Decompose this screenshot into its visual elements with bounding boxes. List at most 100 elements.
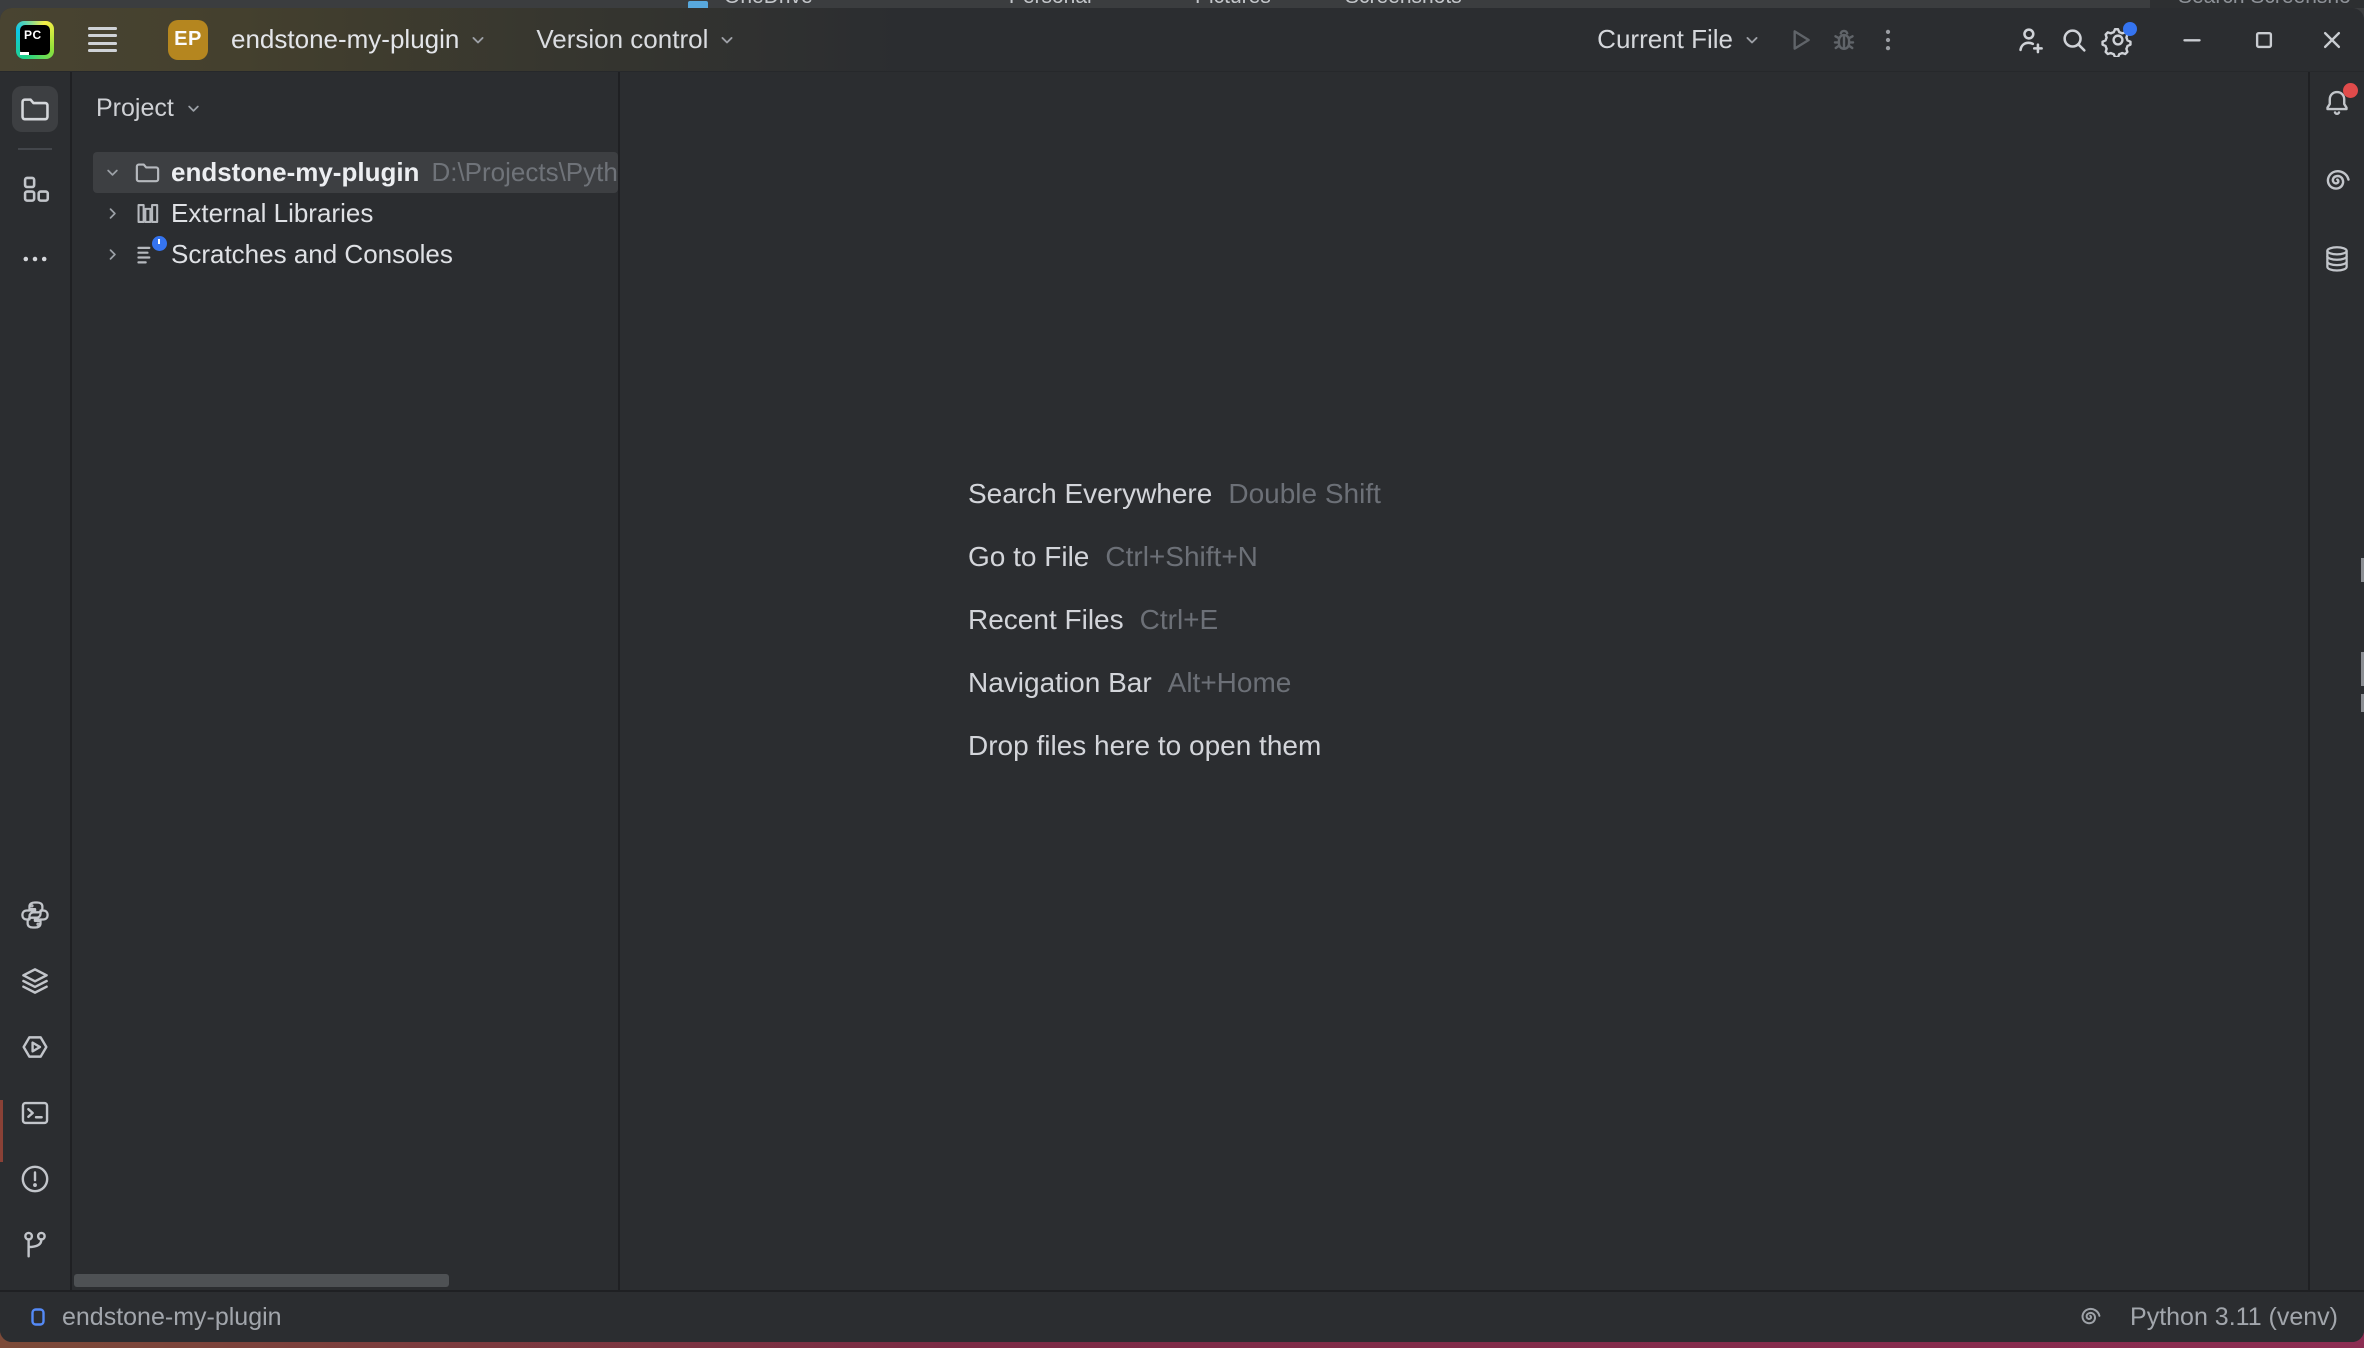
tool-services-button[interactable] bbox=[12, 958, 58, 1004]
shortcut-row: Search Everywhere Double Shift bbox=[968, 462, 1381, 525]
database-button[interactable] bbox=[2314, 236, 2360, 282]
hamburger-icon bbox=[88, 27, 117, 52]
status-project-widget[interactable]: endstone-my-plugin bbox=[26, 1303, 282, 1332]
chevron-right-icon[interactable] bbox=[99, 245, 125, 264]
tool-structure-button[interactable] bbox=[12, 166, 58, 212]
folder-icon bbox=[133, 158, 162, 187]
project-tree: endstone-my-plugin D:\Projects\Python\ bbox=[72, 152, 618, 275]
run-button[interactable] bbox=[1778, 18, 1822, 62]
interpreter-label: Python 3.11 (venv) bbox=[2130, 1303, 2338, 1332]
problems-icon bbox=[18, 1162, 52, 1196]
settings-notification-dot bbox=[2123, 22, 2137, 36]
tool-terminal-button[interactable] bbox=[12, 1090, 58, 1136]
debug-button[interactable] bbox=[1822, 18, 1866, 62]
git-branch-icon bbox=[18, 1228, 52, 1262]
chevron-right-icon[interactable] bbox=[99, 204, 125, 223]
run-configuration-widget[interactable]: Current File bbox=[1589, 18, 1770, 62]
version-control-widget[interactable]: Version control bbox=[528, 18, 745, 62]
pycharm-logo-text: PC bbox=[20, 25, 50, 55]
background-search-box: Search Screensho bbox=[2150, 0, 2364, 8]
database-icon bbox=[2320, 242, 2354, 276]
project-widget[interactable]: EP endstone-my-plugin bbox=[124, 18, 496, 62]
editor-empty-state: Search Everywhere Double Shift Go to Fil… bbox=[620, 72, 2308, 1290]
chevron-down-icon bbox=[468, 30, 488, 50]
scratches-badge bbox=[152, 236, 167, 251]
shortcut-label: Search Everywhere bbox=[968, 478, 1212, 510]
tool-project-button[interactable] bbox=[12, 86, 58, 132]
background-text-fragment: Search Screensho bbox=[2178, 0, 2351, 8]
main-content: Project endstone-my-plugin D: bbox=[0, 72, 2364, 1290]
main-menu-button[interactable] bbox=[80, 18, 124, 62]
version-control-label: Version control bbox=[536, 24, 708, 55]
right-tool-stripe bbox=[2308, 72, 2364, 1290]
debug-icon bbox=[1828, 24, 1860, 56]
project-panel-header[interactable]: Project bbox=[96, 85, 618, 131]
search-icon bbox=[2057, 23, 2091, 57]
settings-button[interactable] bbox=[2096, 18, 2140, 62]
interpreter-widget[interactable]: Python 3.11 (venv) bbox=[2130, 1303, 2338, 1332]
horizontal-scrollbar-thumb[interactable] bbox=[74, 1274, 449, 1287]
more-horizontal-icon bbox=[18, 242, 52, 276]
onedrive-icon bbox=[688, 1, 708, 8]
tool-problems-button[interactable] bbox=[12, 1156, 58, 1202]
shortcut-row: Recent Files Ctrl+E bbox=[968, 588, 1381, 651]
tool-run-button[interactable] bbox=[12, 1024, 58, 1070]
ai-assistant-icon bbox=[2320, 164, 2354, 198]
project-panel-title: Project bbox=[96, 94, 174, 123]
stripe-divider bbox=[18, 148, 52, 150]
ai-status-icon[interactable] bbox=[2076, 1303, 2104, 1331]
titlebar: PC EP endstone-my-plugin Version control bbox=[0, 8, 2364, 72]
close-icon bbox=[2317, 25, 2347, 55]
shortcut-label: Go to File bbox=[968, 541, 1089, 573]
tree-item-label: External Libraries bbox=[171, 198, 373, 229]
layers-icon bbox=[18, 964, 52, 998]
more-vertical-icon bbox=[1873, 25, 1903, 55]
notification-badge bbox=[2343, 83, 2358, 98]
ai-assistant-button[interactable] bbox=[2314, 158, 2360, 204]
tree-item-path: D:\Projects\Python\ bbox=[431, 157, 618, 188]
background-text-fragment: Pictures bbox=[1195, 0, 1271, 8]
maximize-button[interactable] bbox=[2242, 18, 2286, 62]
tool-version-control-button[interactable] bbox=[12, 1222, 58, 1268]
background-text-fragment: - Personal bbox=[996, 0, 1092, 8]
shortcut-label: Navigation Bar bbox=[968, 667, 1152, 699]
libraries-icon bbox=[133, 199, 162, 228]
tree-row-external-libraries[interactable]: External Libraries bbox=[72, 193, 618, 234]
add-user-icon bbox=[2013, 23, 2047, 57]
tool-python-packages-button[interactable] bbox=[12, 892, 58, 938]
background-text-fragment: OneDrive bbox=[724, 0, 813, 8]
folder-icon bbox=[18, 92, 52, 126]
minimize-icon bbox=[2177, 25, 2207, 55]
terminal-icon bbox=[18, 1096, 52, 1130]
scratches-icon bbox=[133, 240, 162, 269]
shortcut-label: Recent Files bbox=[968, 604, 1124, 636]
close-button[interactable] bbox=[2310, 18, 2354, 62]
structure-icon bbox=[18, 172, 52, 206]
more-tool-windows-button[interactable] bbox=[12, 236, 58, 282]
chevron-down-icon bbox=[717, 30, 737, 50]
chevron-down-icon[interactable] bbox=[99, 163, 125, 182]
run-hexagon-icon bbox=[18, 1030, 52, 1064]
shortcut-keys: Ctrl+Shift+N bbox=[1105, 541, 1258, 573]
project-badge: EP bbox=[168, 20, 208, 60]
left-tool-stripe bbox=[0, 72, 72, 1290]
chevron-down-icon bbox=[1742, 30, 1762, 50]
pycharm-logo-icon: PC bbox=[16, 21, 54, 59]
shortcut-hints: Search Everywhere Double Shift Go to Fil… bbox=[968, 462, 1381, 777]
tree-row-project-root[interactable]: endstone-my-plugin D:\Projects\Python\ bbox=[93, 152, 618, 193]
shortcut-row: Drop files here to open them bbox=[968, 714, 1381, 777]
tree-row-scratches[interactable]: Scratches and Consoles bbox=[72, 234, 618, 275]
project-name: endstone-my-plugin bbox=[231, 24, 459, 55]
more-actions-button[interactable] bbox=[1866, 18, 1910, 62]
background-text-fragment: Screenshots bbox=[1345, 0, 1462, 8]
pycharm-window: PC EP endstone-my-plugin Version control bbox=[0, 8, 2364, 1342]
shortcut-keys: Alt+Home bbox=[1168, 667, 1292, 699]
pycharm-logo-bar bbox=[20, 52, 29, 55]
shortcut-keys: Double Shift bbox=[1228, 478, 1381, 510]
code-with-me-button[interactable] bbox=[2008, 18, 2052, 62]
module-icon bbox=[26, 1305, 50, 1329]
shortcut-row: Go to File Ctrl+Shift+N bbox=[968, 525, 1381, 588]
notifications-button[interactable] bbox=[2314, 80, 2360, 126]
search-everywhere-button[interactable] bbox=[2052, 18, 2096, 62]
minimize-button[interactable] bbox=[2170, 18, 2214, 62]
